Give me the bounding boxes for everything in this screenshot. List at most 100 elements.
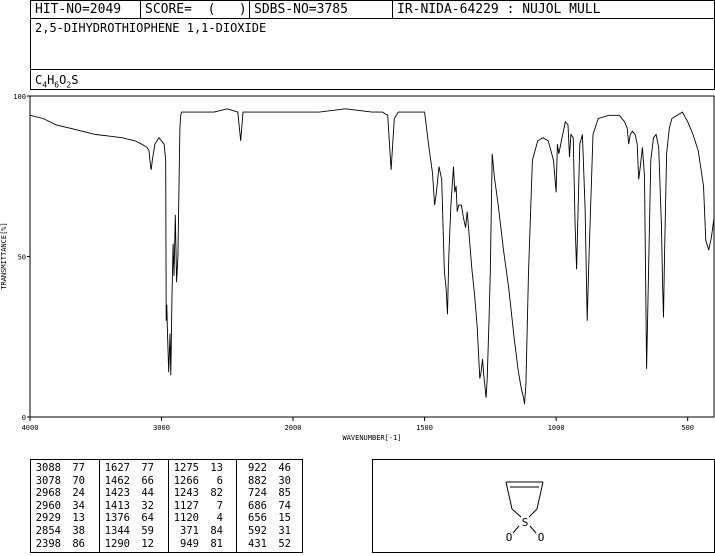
peak-transmittance: 59: [141, 524, 154, 537]
peak-transmittance: 64: [141, 512, 154, 525]
peak-wavenumber: 371: [180, 524, 199, 537]
peak-transmittance: 13: [210, 462, 223, 474]
x-tick-label: 1500: [416, 424, 433, 432]
peak-row: 1462 66: [100, 475, 168, 488]
peak-transmittance: 13: [72, 512, 85, 525]
hit-number: HIT-NO=2049: [35, 2, 122, 17]
x-tick-label: 4000: [22, 424, 39, 432]
divider: [31, 69, 714, 70]
peak-row: 2854 38: [31, 525, 99, 538]
peak-row: 656 15: [237, 512, 302, 525]
peak-transmittance: 52: [278, 537, 291, 550]
peak-wavenumber: 1127: [173, 499, 199, 512]
peak-transmittance: 7: [216, 499, 223, 512]
score: SCORE= ( ): [145, 2, 247, 17]
peak-row: 3078 70: [31, 475, 99, 488]
peak-row: 686 74: [237, 500, 302, 513]
peak-column: 3088 77 3078 70 2968 24 2960 34 2929 13 2854 38 2398…: [31, 460, 99, 552]
peak-transmittance: 70: [72, 474, 85, 487]
molecule-structure: S O O: [505, 481, 545, 544]
peak-transmittance: 77: [141, 462, 154, 474]
compound-name: 2,5-DIHYDROTHIOPHENE 1,1-DIOXIDE: [35, 21, 267, 35]
peak-transmittance: 77: [72, 462, 85, 474]
peak-wavenumber: 1344: [104, 524, 130, 537]
peak-wavenumber: 1275: [173, 462, 199, 474]
peak-transmittance: 81: [210, 537, 223, 550]
peak-row: 1413 32: [100, 500, 168, 513]
y-axis: 0 50 100: [13, 93, 30, 422]
peak-row: 1243 82: [169, 487, 236, 500]
peak-row: 371 84: [169, 525, 236, 538]
peak-column: 922 46 882 30 724 85 686 74 656 15 592 31 431 52: [236, 460, 302, 552]
peak-transmittance: 4: [216, 512, 223, 525]
x-axis: 4000 3000 2000 1500 1000 500: [22, 417, 694, 432]
peak-transmittance: 24: [72, 487, 85, 500]
peak-transmittance: 46: [278, 462, 291, 474]
ir-spectrum-chart: 0 50 100 4000 3000 2000 1500 1000 500 TRANSMITT…: [0, 93, 715, 442]
peak-transmittance: 74: [278, 499, 291, 512]
peak-row: 1266 6: [169, 475, 236, 488]
ir-info: IR-NIDA-64229 : NUJOL MULL: [397, 2, 601, 17]
so-bond: [512, 525, 520, 534]
peak-row: 592 31: [237, 525, 302, 538]
peak-row: 724 85: [237, 487, 302, 500]
peak-row: 3088 77: [31, 462, 99, 475]
peak-row: 1120 4: [169, 512, 236, 525]
x-tick-label: 3000: [153, 424, 170, 432]
peak-transmittance: 15: [278, 512, 291, 525]
y-tick-label: 0: [22, 414, 26, 422]
peak-transmittance: 38: [72, 524, 85, 537]
ring-bond: [511, 508, 522, 518]
peak-row: 1344 59: [100, 525, 168, 538]
peak-transmittance: 85: [278, 487, 291, 500]
peak-row: 882 30: [237, 475, 302, 488]
peak-wavenumber: 1413: [104, 499, 130, 512]
plot-frame: [29, 95, 715, 418]
peak-column: 1627 77 1462 66 1423 44 1413 32 1376 64 1344 59 1290…: [99, 460, 168, 552]
peak-row: 1423 44: [100, 487, 168, 500]
peak-wavenumber: 3078: [35, 474, 61, 487]
y-tick-label: 50: [18, 254, 26, 262]
ring-bond: [528, 508, 538, 518]
peak-transmittance: 31: [278, 524, 291, 537]
peak-row: 1290 12: [100, 538, 168, 551]
peak-row: 922 46: [237, 462, 302, 475]
peak-wavenumber: 2929: [35, 512, 61, 525]
peak-row: 431 52: [237, 538, 302, 551]
peak-row: 1275 13: [169, 462, 236, 475]
peak-row: 1627 77: [100, 462, 168, 475]
peak-column: 1275 13 1266 6 1243 82 1127 7 1120 4 371 84 949 81: [168, 460, 236, 552]
peak-row: 1376 64: [100, 512, 168, 525]
y-axis-label: TRANSMITTANCE[%]: [0, 222, 8, 289]
oxygen-atom: O: [506, 531, 513, 544]
peak-row: 949 81: [169, 538, 236, 551]
x-tick-label: 2000: [285, 424, 302, 432]
peak-row: 2398 86: [31, 538, 99, 551]
header-top-row: HIT-NO=2049 SCORE= ( ) SDBS-NO=3785 IR-N…: [31, 1, 714, 19]
peak-wavenumber: 882: [248, 474, 267, 487]
peak-wavenumber: 1423: [104, 487, 130, 500]
peak-wavenumber: 1627: [104, 462, 130, 474]
peak-wavenumber: 3088: [35, 462, 61, 474]
peak-wavenumber: 2960: [35, 499, 61, 512]
oxygen-atom: O: [538, 531, 545, 544]
header-panel: HIT-NO=2049 SCORE= ( ) SDBS-NO=3785 IR-N…: [30, 0, 715, 90]
peak-wavenumber: 2968: [35, 487, 61, 500]
ring-bond: [536, 481, 544, 510]
x-tick-label: 500: [681, 424, 694, 432]
ring-bond: [505, 481, 513, 510]
peak-wavenumber: 1120: [173, 512, 199, 525]
peak-wavenumber: 2854: [35, 524, 61, 537]
peak-transmittance: 34: [72, 499, 85, 512]
peak-wavenumber: 724: [248, 487, 267, 500]
x-axis-label: WAVENUMBER[-1]: [342, 434, 401, 442]
peak-wavenumber: 922: [248, 462, 267, 474]
peak-transmittance: 30: [278, 474, 291, 487]
peak-wavenumber: 1376: [104, 512, 130, 525]
sdbs-number: SDBS-NO=3785: [254, 2, 348, 17]
peak-transmittance: 6: [216, 474, 223, 487]
spectrum-line: [29, 108, 715, 405]
peak-wavenumber: 1462: [104, 474, 130, 487]
peak-row: 2960 34: [31, 500, 99, 513]
peak-wavenumber: 2398: [35, 537, 61, 550]
